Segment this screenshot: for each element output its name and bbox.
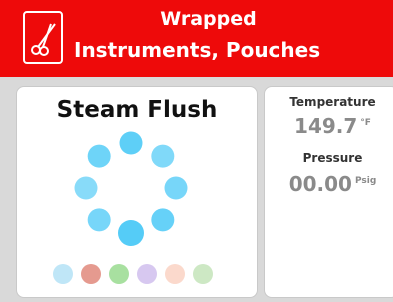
- spinner-dot: [151, 144, 175, 168]
- step-indicator-dot: [137, 264, 157, 284]
- step-indicator-dot: [53, 264, 73, 284]
- header-banner: Wrapped Instruments, Pouches: [0, 0, 393, 77]
- temperature-label: Temperature: [289, 95, 376, 109]
- program-title-line2: Instruments, Pouches: [74, 38, 321, 62]
- pressure-unit: Psig: [354, 176, 377, 187]
- step-indicator-dot: [193, 264, 213, 284]
- spinner-dot: [87, 208, 111, 232]
- step-indicator-dot: [165, 264, 185, 284]
- cycle-status-card: Steam Flush: [16, 86, 258, 298]
- pressure-label: Pressure: [302, 151, 363, 165]
- spinner-dot: [118, 220, 144, 246]
- spinner-dot: [119, 131, 143, 155]
- spinner-dot: [74, 176, 98, 200]
- pressure-value: 00.00 Psig: [288, 172, 377, 196]
- program-title-line1: Wrapped: [160, 8, 257, 30]
- step-indicator-dot: [109, 264, 129, 284]
- temperature-unit: °F: [360, 118, 371, 129]
- spinner-dot: [87, 144, 111, 168]
- readings-card: Temperature 149.7 °F Pressure 00.00 Psig: [264, 86, 393, 298]
- step-indicator-dot: [81, 264, 101, 284]
- spinner-dot: [151, 208, 175, 232]
- progress-spinner: [53, 131, 213, 284]
- spinner-dot: [164, 176, 188, 200]
- temperature-value: 149.7 °F: [294, 114, 371, 138]
